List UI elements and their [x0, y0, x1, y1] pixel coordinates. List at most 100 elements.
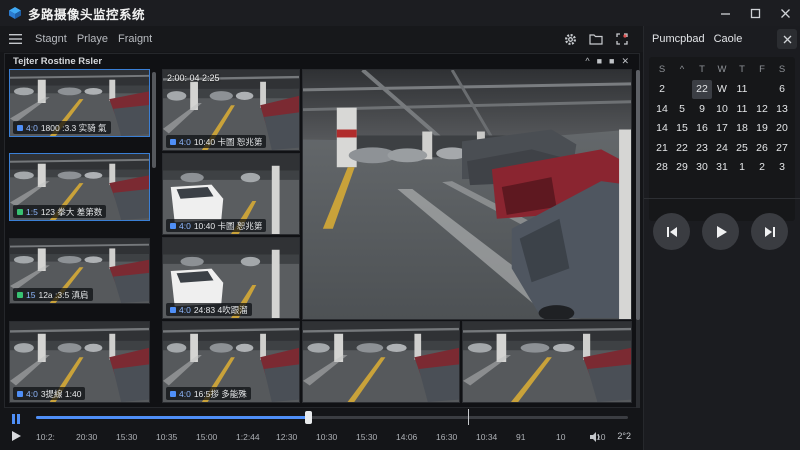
- camera-tile-8[interactable]: 4:0 16:5拶 多能殊: [162, 321, 300, 403]
- timeline-tick-label: 15:00: [196, 432, 218, 442]
- tab-playback[interactable]: Pumcpbad: [652, 33, 705, 45]
- calendar-day[interactable]: 25: [732, 138, 752, 158]
- camera-tile-10[interactable]: [462, 321, 632, 403]
- folder-icon: [589, 34, 603, 45]
- calendar-weekday-header: S: [658, 64, 666, 76]
- calendar-day[interactable]: 16: [692, 119, 712, 139]
- calendar-day[interactable]: 27: [772, 138, 792, 158]
- timeline-scrubber[interactable]: [305, 411, 313, 424]
- camera-tile-7[interactable]: 4:0 24:83 4吹跟溜: [162, 237, 300, 319]
- calendar-day[interactable]: 2: [752, 158, 772, 178]
- calendar-day[interactable]: 15: [672, 119, 692, 139]
- calendar-day[interactable]: 6: [772, 80, 792, 100]
- calendar-day[interactable]: 19: [752, 119, 772, 139]
- timeline-marker: [468, 409, 470, 425]
- calendar-day[interactable]: 3: [772, 158, 792, 178]
- pause-icon[interactable]: [10, 412, 22, 426]
- main-scrollbar[interactable]: [636, 70, 640, 410]
- calendar-day[interactable]: 26: [752, 138, 772, 158]
- minimize-button[interactable]: [710, 0, 740, 26]
- settings-button[interactable]: [557, 26, 583, 52]
- play-button[interactable]: [702, 213, 739, 250]
- camera-label: 4:0 10:40 卡圖 恕兆第: [166, 219, 267, 232]
- menu-item-1[interactable]: Stagnt: [35, 33, 67, 45]
- camera-id: 1:5: [26, 206, 38, 217]
- tab-calendar[interactable]: Caole: [714, 33, 743, 45]
- calendar-day[interactable]: [752, 80, 772, 100]
- calendar-day[interactable]: 24: [712, 138, 732, 158]
- main-camera-view[interactable]: [302, 69, 632, 320]
- camera-id: 15: [26, 289, 36, 300]
- camera-info: 3提線 1:40: [40, 388, 82, 399]
- menu-icon[interactable]: [9, 33, 23, 45]
- calendar-day[interactable]: 1: [732, 158, 752, 178]
- camera-tile-1[interactable]: 4:0 1800 :3.3 实骑 氣: [9, 69, 150, 137]
- play-icon[interactable]: [10, 430, 22, 442]
- open-folder-button[interactable]: [583, 26, 609, 52]
- calendar-day[interactable]: W: [712, 80, 732, 100]
- calendar-day[interactable]: 30: [692, 158, 712, 178]
- left-column-scrollbar[interactable]: [152, 72, 156, 168]
- close-window-button[interactable]: [770, 0, 800, 26]
- previous-button[interactable]: [653, 213, 690, 250]
- calendar-day[interactable]: 9: [692, 99, 712, 119]
- calendar-day[interactable]: 29: [672, 158, 692, 178]
- status-indicator: [170, 306, 176, 313]
- calendar-day[interactable]: 20: [772, 119, 792, 139]
- calendar-day[interactable]: 11: [732, 99, 752, 119]
- timeline-tick-label: 15:30: [116, 432, 138, 442]
- camera-tile-2[interactable]: 1:5 123 拳大 差第数: [9, 153, 150, 221]
- panel-collapse-button[interactable]: ^: [585, 56, 589, 67]
- calendar-day[interactable]: 31: [712, 158, 732, 178]
- camera-tile-6[interactable]: 4:0 10:40 卡圖 恕兆第: [162, 153, 300, 235]
- calendar-day[interactable]: 18: [732, 119, 752, 139]
- menu-item-2[interactable]: Prlaye: [77, 33, 108, 45]
- timeline-tick-label: 12:30: [276, 432, 298, 442]
- calendar-day[interactable]: 14: [652, 119, 672, 139]
- panel-layout-button-2[interactable]: ■: [609, 56, 614, 67]
- camera-label: 4:0 24:83 4吹跟溜: [166, 303, 252, 316]
- camera-tile-5[interactable]: 2:00: 04 2:25 4:0 10:40 卡圖 恕兆第: [162, 69, 300, 151]
- panel-close-button[interactable]: ✕: [621, 56, 629, 67]
- calendar-day[interactable]: 10: [712, 99, 732, 119]
- camera-tile-9[interactable]: [302, 321, 460, 403]
- calendar-day[interactable]: 5: [672, 99, 692, 119]
- camera-tile-4[interactable]: 4:0 3提線 1:40: [9, 321, 150, 403]
- calendar-weekday-header: T: [699, 64, 705, 76]
- calendar-day[interactable]: 22: [672, 138, 692, 158]
- timeline-tick-label: 20:30: [76, 432, 98, 442]
- volume-icon[interactable]: [589, 432, 603, 442]
- calendar-day[interactable]: 11: [732, 80, 752, 100]
- calendar-day[interactable]: 14: [652, 99, 672, 119]
- side-panel-close-button[interactable]: [777, 29, 797, 49]
- close-icon: [783, 35, 791, 43]
- menu-item-3[interactable]: Fraignt: [118, 33, 152, 45]
- maximize-button[interactable]: [740, 0, 770, 26]
- calendar-day[interactable]: 12: [752, 99, 772, 119]
- camera-tile-3[interactable]: 15 12a :3:5 滇肩: [9, 238, 150, 304]
- next-button[interactable]: [751, 213, 788, 250]
- camera-panel: Tejter Rostine Rsler ^ ■ ■ ✕ 4:0 1800 :3…: [4, 53, 640, 410]
- calendar-day[interactable]: 28: [652, 158, 672, 178]
- calendar-day[interactable]: 13: [772, 99, 792, 119]
- timeline-tick-label: 16:30: [436, 432, 458, 442]
- calendar-day[interactable]: 21: [652, 138, 672, 158]
- calendar-day[interactable]: 23: [692, 138, 712, 158]
- calendar-day[interactable]: 17: [712, 119, 732, 139]
- camera-label: 4:0 1800 :3.3 实骑 氣: [13, 121, 111, 134]
- playback-speed[interactable]: 2°2: [617, 431, 631, 441]
- scrollbar-thumb[interactable]: [636, 70, 640, 320]
- minimize-icon: [720, 12, 730, 15]
- main-camera-feed: [303, 70, 631, 319]
- calendar-day[interactable]: [672, 80, 692, 100]
- panel-layout-button-1[interactable]: ■: [597, 56, 602, 67]
- main-toolbar: Stagnt Prlaye Fraignt: [0, 26, 643, 52]
- panel-title: Tejter Rostine Rsler: [13, 56, 103, 67]
- calendar-day[interactable]: 2: [652, 80, 672, 100]
- fullscreen-button[interactable]: [609, 26, 635, 52]
- timeline-track[interactable]: [36, 409, 628, 425]
- calendar-weekday-header: T: [739, 64, 745, 76]
- calendar-day[interactable]: 22: [692, 79, 712, 99]
- camera-info: 10:40 卡圖 恕兆第: [193, 220, 263, 231]
- status-indicator: [17, 291, 23, 298]
